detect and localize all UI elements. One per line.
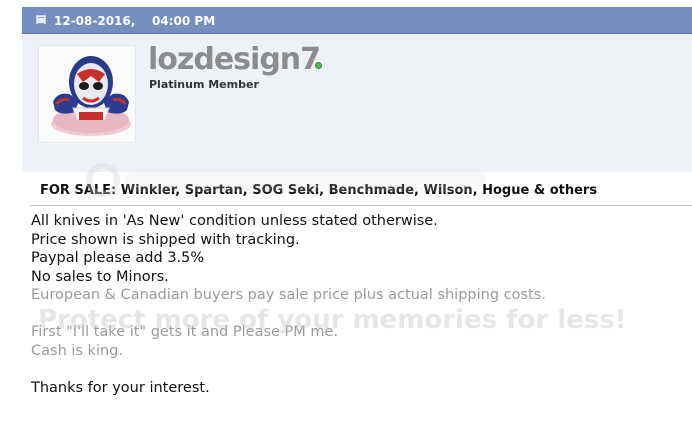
avatar-image — [51, 56, 131, 136]
message-line: Cash is king. — [31, 342, 123, 359]
left-gutter — [0, 7, 22, 428]
message-line: Paypal please add 3.5% — [31, 250, 205, 266]
watermark-text: Protect more of your memories for less! — [38, 305, 627, 335]
message-line: Price shown is shipped with tracking. — [31, 231, 300, 248]
post-header: 12-08-2016, 04:00 PM — [22, 7, 692, 34]
watermark-logo — [86, 163, 485, 197]
message-line: European & Canadian buyers pay sale pric… — [31, 287, 546, 303]
post-date: 12-08-2016, — [54, 14, 136, 28]
post-time: 04:00 PM — [152, 14, 216, 28]
top-spacer — [0, 0, 692, 7]
post-icon — [36, 15, 46, 24]
user-avatar[interactable] — [38, 45, 136, 143]
message-line — [31, 360, 681, 379]
message-line: Thanks for your interest. — [31, 379, 210, 396]
user-title: Platinum Member — [149, 78, 259, 91]
post-datetime: 12-08-2016, 04:00 PM — [54, 14, 215, 28]
message-line: All knives in 'As New' condition unless … — [31, 213, 438, 229]
username[interactable]: lozdesign7 — [148, 42, 321, 77]
online-status-icon — [315, 62, 322, 69]
message-line: No sales to Minors. — [31, 268, 169, 285]
